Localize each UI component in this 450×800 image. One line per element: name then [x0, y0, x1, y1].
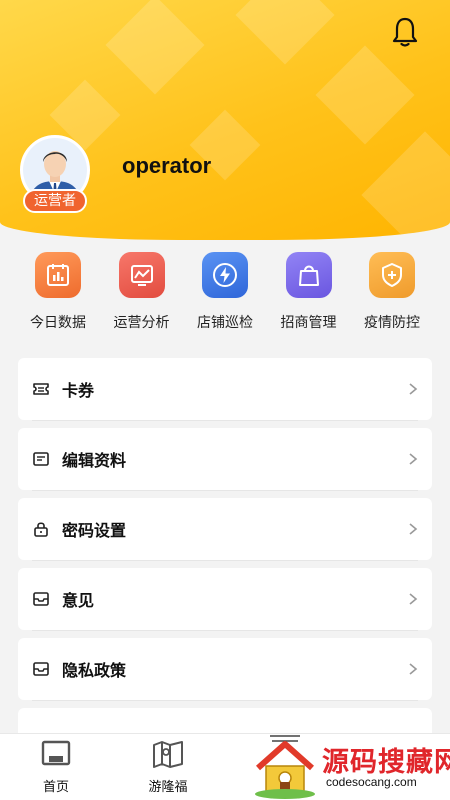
quick-action-label: 运营分析: [113, 315, 170, 331]
chevron-right-icon: [409, 453, 418, 465]
edit-profile-icon: [32, 450, 50, 468]
home-icon: [41, 740, 71, 766]
tab-label: 首页: [42, 780, 69, 795]
shopping-bag-icon: [285, 252, 332, 298]
watermark-title: 源码搜藏网: [322, 747, 450, 778]
lightning-icon: [202, 252, 248, 298]
role-badge: 运营者: [23, 189, 87, 213]
header-decoration: [235, 0, 335, 65]
ticket-icon: [32, 380, 50, 398]
menu-item-label: 卡券: [62, 381, 95, 400]
menu-item-label: 密码设置: [62, 521, 127, 540]
tab-youlongfu[interactable]: 游隆福: [112, 734, 224, 800]
settings-menu: 卡券 编辑资料 密码设置 意见 隐私政策: [18, 358, 432, 738]
username: operator: [122, 153, 212, 178]
quick-action-analysis[interactable]: 运营分析: [104, 252, 180, 342]
menu-item-feedback[interactable]: 意见: [18, 568, 432, 631]
menu-item-privacy[interactable]: 隐私政策: [18, 638, 432, 701]
quick-action-label: 今日数据: [30, 315, 86, 331]
header-decoration: [315, 45, 415, 145]
menu-item-label: 意见: [62, 591, 95, 610]
menu-item-edit-profile[interactable]: 编辑资料: [18, 428, 432, 491]
quick-action-inspection[interactable]: 店铺巡检: [187, 252, 263, 342]
quick-action-epidemic[interactable]: 疫情防控: [354, 252, 430, 342]
menu-item-password[interactable]: 密码设置: [18, 498, 432, 561]
quick-action-today-data[interactable]: 今日数据: [20, 252, 96, 342]
chevron-right-icon: [409, 383, 418, 395]
watermark-logo: 源码搜藏网 codesocang.com: [250, 728, 450, 800]
privacy-icon: [32, 660, 50, 678]
menu-item-label: 隐私政策: [62, 661, 127, 680]
shield-plus-icon: [369, 252, 415, 298]
avatar-block[interactable]: 运营者: [20, 135, 90, 215]
tab-label: 游隆福: [148, 780, 188, 795]
quick-action-label: 疫情防控: [364, 315, 420, 331]
map-icon: [153, 741, 183, 768]
lock-icon: [32, 520, 50, 538]
menu-item-coupons[interactable]: 卡券: [18, 358, 432, 421]
header-decoration: [105, 0, 205, 95]
chevron-right-icon: [409, 593, 418, 605]
bell-icon[interactable]: [390, 16, 420, 48]
quick-actions: 今日数据 运营分析 店铺巡检 招商管理 疫情防控: [0, 252, 450, 342]
quick-action-label: 店铺巡检: [197, 315, 253, 331]
chevron-right-icon: [409, 663, 418, 675]
watermark-domain: codesocang.com: [326, 775, 417, 789]
calendar-chart-icon: [35, 252, 81, 298]
chevron-right-icon: [409, 523, 418, 535]
trend-chart-icon: [118, 252, 165, 298]
feedback-icon: [32, 590, 50, 608]
tab-home[interactable]: 首页: [0, 734, 112, 800]
quick-action-label: 招商管理: [280, 315, 337, 331]
header-decoration: [361, 131, 450, 240]
quick-action-investment[interactable]: 招商管理: [271, 252, 347, 342]
profile-header: 运营者 operator: [0, 0, 450, 240]
house-logo-icon: [255, 735, 315, 799]
menu-item-label: 编辑资料: [62, 451, 127, 470]
